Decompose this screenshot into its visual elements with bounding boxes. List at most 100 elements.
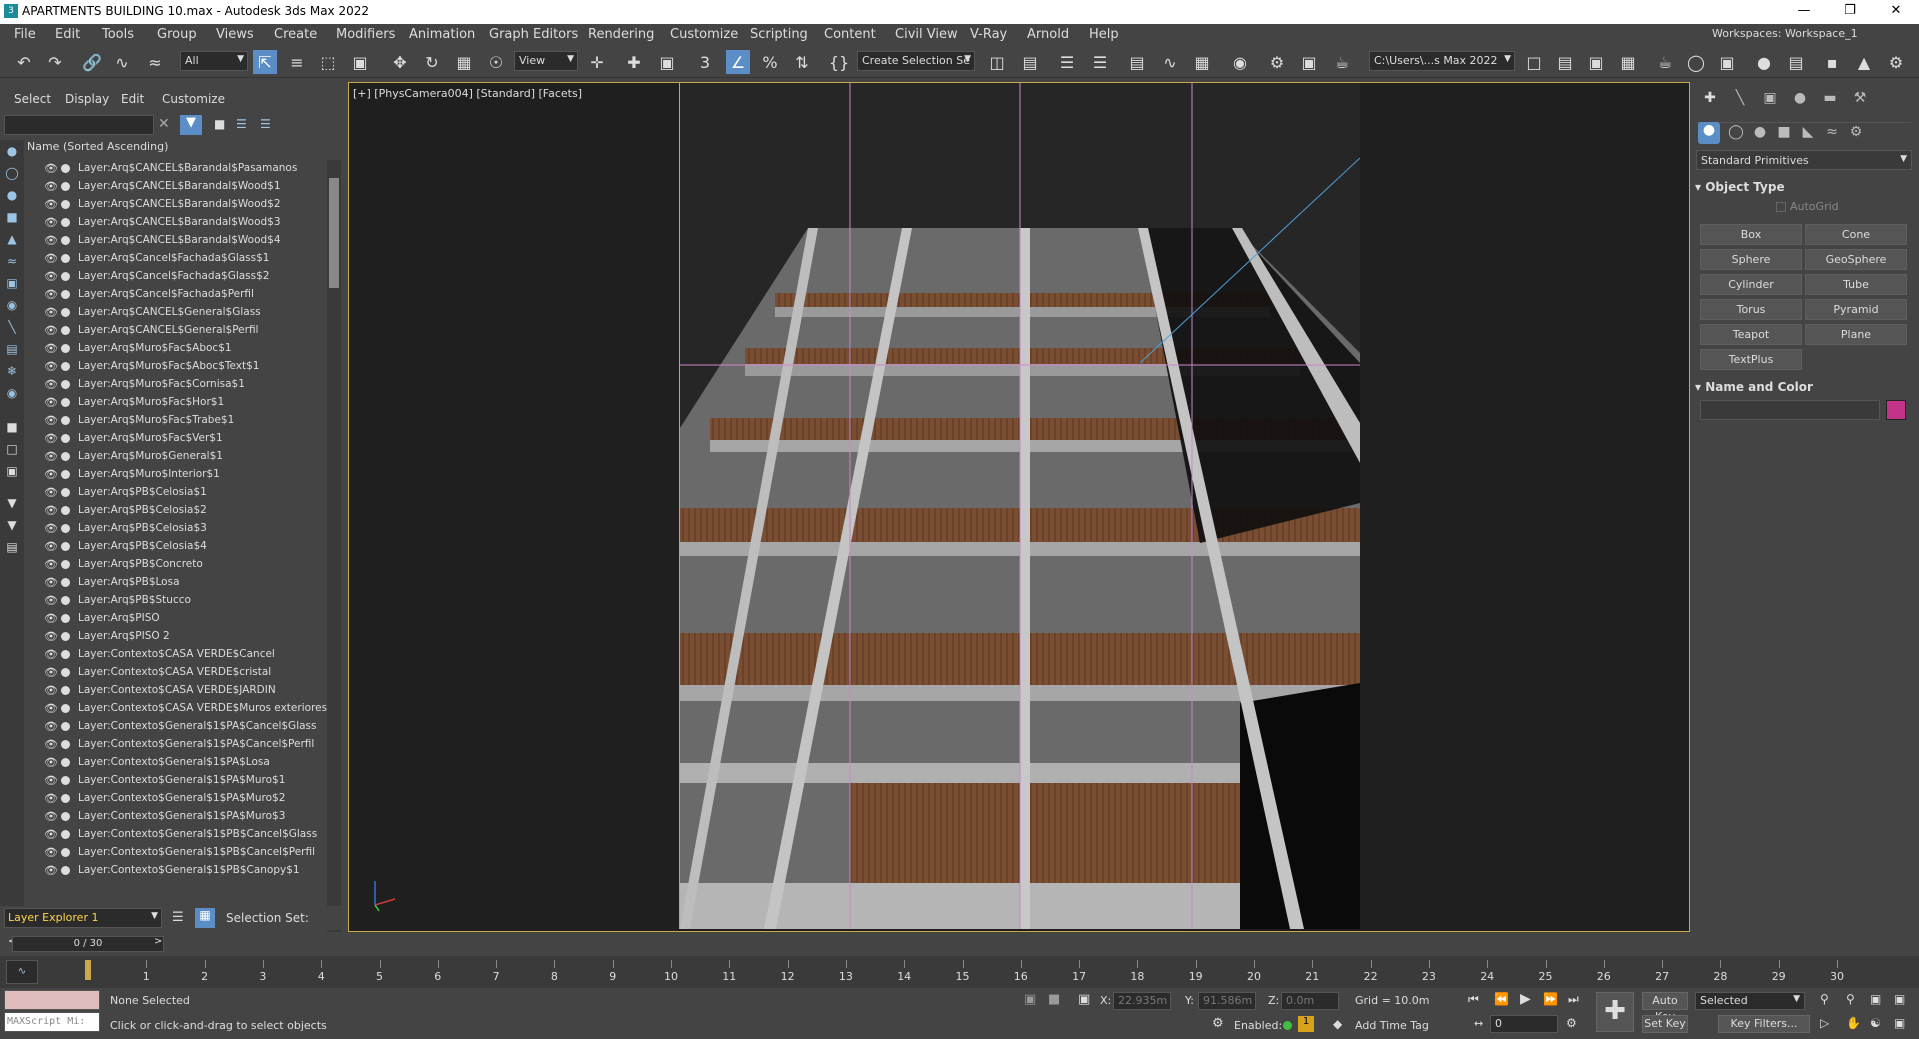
- freeze-dot-icon[interactable]: [61, 614, 70, 623]
- freeze-dot-icon[interactable]: [61, 344, 70, 353]
- rotate-icon[interactable]: ↻: [420, 50, 444, 74]
- visibility-eye-icon[interactable]: 👁: [44, 324, 58, 337]
- display-groups-icon[interactable]: ▣: [4, 276, 20, 292]
- next-frame-icon[interactable]: >: [154, 936, 162, 947]
- list-item[interactable]: 👁 Layer:Arq$CANCEL$Barandal$Wood$1: [24, 178, 324, 196]
- display-none-icon[interactable]: □: [4, 442, 20, 458]
- visibility-eye-icon[interactable]: 👁: [44, 702, 58, 715]
- zoom-extents-all-icon[interactable]: ▣: [1894, 992, 1905, 1006]
- time-tag-icon[interactable]: ◆: [1333, 1017, 1342, 1031]
- freeze-dot-icon[interactable]: [61, 506, 70, 515]
- geosphere-button[interactable]: GeoSphere: [1805, 249, 1907, 270]
- object-type-rollout[interactable]: ▾ Object Type: [1695, 180, 1911, 194]
- modify-tab-icon[interactable]: ╲: [1730, 90, 1750, 108]
- list-item[interactable]: 👁 Layer:Contexto$General$1$PA$Cancel$Glas…: [24, 718, 324, 736]
- list-item[interactable]: 👁 Layer:Arq$PB$Celosia$4: [24, 538, 324, 556]
- camera-viewport[interactable]: [+] [PhysCamera004] [Standard] [Facets]: [348, 82, 1690, 932]
- goto-end-icon[interactable]: ⏭: [1568, 992, 1579, 1007]
- play-icon[interactable]: ▶: [1520, 991, 1531, 1007]
- vray-camera-icon[interactable]: ▤: [1784, 50, 1808, 74]
- zoom-extents-icon[interactable]: ▣: [1870, 992, 1881, 1006]
- freeze-dot-icon[interactable]: [61, 380, 70, 389]
- current-frame-field[interactable]: 0: [1490, 1015, 1558, 1033]
- maxscript-mini-listener[interactable]: MAXScript Mi:: [4, 1012, 100, 1032]
- list-item[interactable]: 👁 Layer:Arq$Muro$Fac$Aboc$Text$1: [24, 358, 324, 376]
- freeze-dot-icon[interactable]: [61, 290, 70, 299]
- freeze-dot-icon[interactable]: [61, 452, 70, 461]
- helpers-icon[interactable]: ◣: [1798, 124, 1818, 142]
- display-frozen-icon[interactable]: ❄: [4, 364, 20, 380]
- visibility-eye-icon[interactable]: 👁: [44, 666, 58, 679]
- list-item[interactable]: 👁 Layer:Arq$Muro$Fac$Hor$1: [24, 394, 324, 412]
- visibility-eye-icon[interactable]: 👁: [44, 378, 58, 391]
- menu-rendering[interactable]: Rendering: [588, 27, 654, 42]
- menu-help[interactable]: Help: [1089, 27, 1119, 42]
- spinner-snap-icon[interactable]: ⇅: [790, 50, 814, 74]
- zoom-icon[interactable]: ⚲: [1820, 992, 1829, 1006]
- visibility-eye-icon[interactable]: 👁: [44, 198, 58, 211]
- list-item[interactable]: 👁 Layer:Arq$Muro$Fac$Trabe$1: [24, 412, 324, 430]
- freeze-dot-icon[interactable]: [61, 794, 70, 803]
- shapes-icon[interactable]: ◯: [1726, 124, 1746, 142]
- selection-filter-dropdown[interactable]: All ▼: [180, 51, 248, 71]
- render-setup-icon[interactable]: ⚙: [1265, 50, 1289, 74]
- filter-options-icon[interactable]: ▼: [4, 518, 20, 534]
- freeze-dot-icon[interactable]: [61, 650, 70, 659]
- list-item[interactable]: 👁 Layer:Arq$CANCEL$Barandal$Pasamanos: [24, 160, 324, 178]
- orbit-icon[interactable]: ☯: [1870, 1016, 1881, 1030]
- close-button[interactable]: ✕: [1873, 0, 1919, 24]
- restore-button[interactable]: ❐: [1827, 0, 1873, 24]
- menu-file[interactable]: File: [14, 27, 36, 42]
- visibility-eye-icon[interactable]: 👁: [44, 234, 58, 247]
- minimize-button[interactable]: —: [1781, 0, 1827, 24]
- list-item[interactable]: 👁 Layer:Contexto$General$1$PB$Cancel$Perf…: [24, 844, 324, 862]
- set-key-button[interactable]: Set Key: [1642, 1015, 1688, 1033]
- layer-list-scrollbar[interactable]: [327, 160, 341, 948]
- link-icon[interactable]: 🔗: [80, 50, 104, 74]
- freeze-dot-icon[interactable]: [61, 866, 70, 875]
- window-crossing-icon[interactable]: ▣: [348, 50, 372, 74]
- freeze-dot-icon[interactable]: [61, 560, 70, 569]
- layer-explorer-icon[interactable]: ☰: [1088, 50, 1112, 74]
- menu-edit[interactable]: Edit: [55, 27, 80, 42]
- menu-tools[interactable]: Tools: [102, 27, 134, 42]
- mini-curve-editor-icon[interactable]: ∿: [6, 960, 38, 984]
- freeze-dot-icon[interactable]: [61, 668, 70, 677]
- visibility-eye-icon[interactable]: 👁: [44, 756, 58, 769]
- list-item[interactable]: 👁 Layer:Arq$Muro$Fac$Cornisa$1: [24, 376, 324, 394]
- freeze-dot-icon[interactable]: [61, 542, 70, 551]
- x-coordinate-field[interactable]: 22.935m: [1113, 992, 1171, 1010]
- list-item[interactable]: 👁 Layer:Arq$PB$Celosia$3: [24, 520, 324, 538]
- list-item[interactable]: 👁 Layer:Arq$Muro$Fac$Ver$1: [24, 430, 324, 448]
- visibility-eye-icon[interactable]: 👁: [44, 396, 58, 409]
- pyramid-button[interactable]: Pyramid: [1805, 299, 1907, 320]
- lock-icon[interactable]: ■: [214, 117, 225, 131]
- display-tab-icon[interactable]: ▬: [1820, 90, 1840, 108]
- menu-customize[interactable]: Customize: [670, 27, 738, 42]
- arnold-icon[interactable]: ▲: [1852, 50, 1876, 74]
- list-item[interactable]: 👁 Layer:Contexto$CASA VERDE$JARDIN: [24, 682, 324, 700]
- arnold-render-icon[interactable]: ⚙: [1884, 50, 1908, 74]
- display-shapes-icon[interactable]: ◯: [4, 166, 20, 182]
- systems-icon[interactable]: ⚙: [1846, 124, 1866, 142]
- name-column-header[interactable]: Name (Sorted Ascending): [24, 140, 324, 156]
- freeze-dot-icon[interactable]: [61, 812, 70, 821]
- reference-coordinate-dropdown[interactable]: View ▼: [514, 51, 578, 71]
- cameras-icon[interactable]: ■: [1774, 124, 1794, 142]
- set-key-big-icon[interactable]: ✚: [1596, 992, 1634, 1032]
- cylinder-button[interactable]: Cylinder: [1700, 274, 1802, 295]
- list-item[interactable]: 👁 Layer:Contexto$CASA VERDE$Muros exterio…: [24, 700, 327, 718]
- freeze-dot-icon[interactable]: [61, 686, 70, 695]
- list-item[interactable]: 👁 Layer:Arq$PB$Losa: [24, 574, 324, 592]
- align-icon[interactable]: ▤: [1018, 50, 1042, 74]
- utilities-tab-icon[interactable]: ⚒: [1850, 90, 1870, 108]
- freeze-dot-icon[interactable]: [61, 236, 70, 245]
- list-item[interactable]: 👁 Layer:Arq$CANCEL$Barandal$Wood$3: [24, 214, 324, 232]
- explorer-menu-select[interactable]: Select: [14, 92, 51, 106]
- freeze-dot-icon[interactable]: [61, 416, 70, 425]
- autogrid-checkbox[interactable]: [1776, 202, 1786, 212]
- hierarchy-collapse-icon[interactable]: ☰: [260, 117, 271, 131]
- visibility-eye-icon[interactable]: 👁: [44, 450, 58, 463]
- angle-snap-icon[interactable]: ∠: [726, 50, 750, 74]
- fov-icon[interactable]: ▷: [1820, 1016, 1829, 1030]
